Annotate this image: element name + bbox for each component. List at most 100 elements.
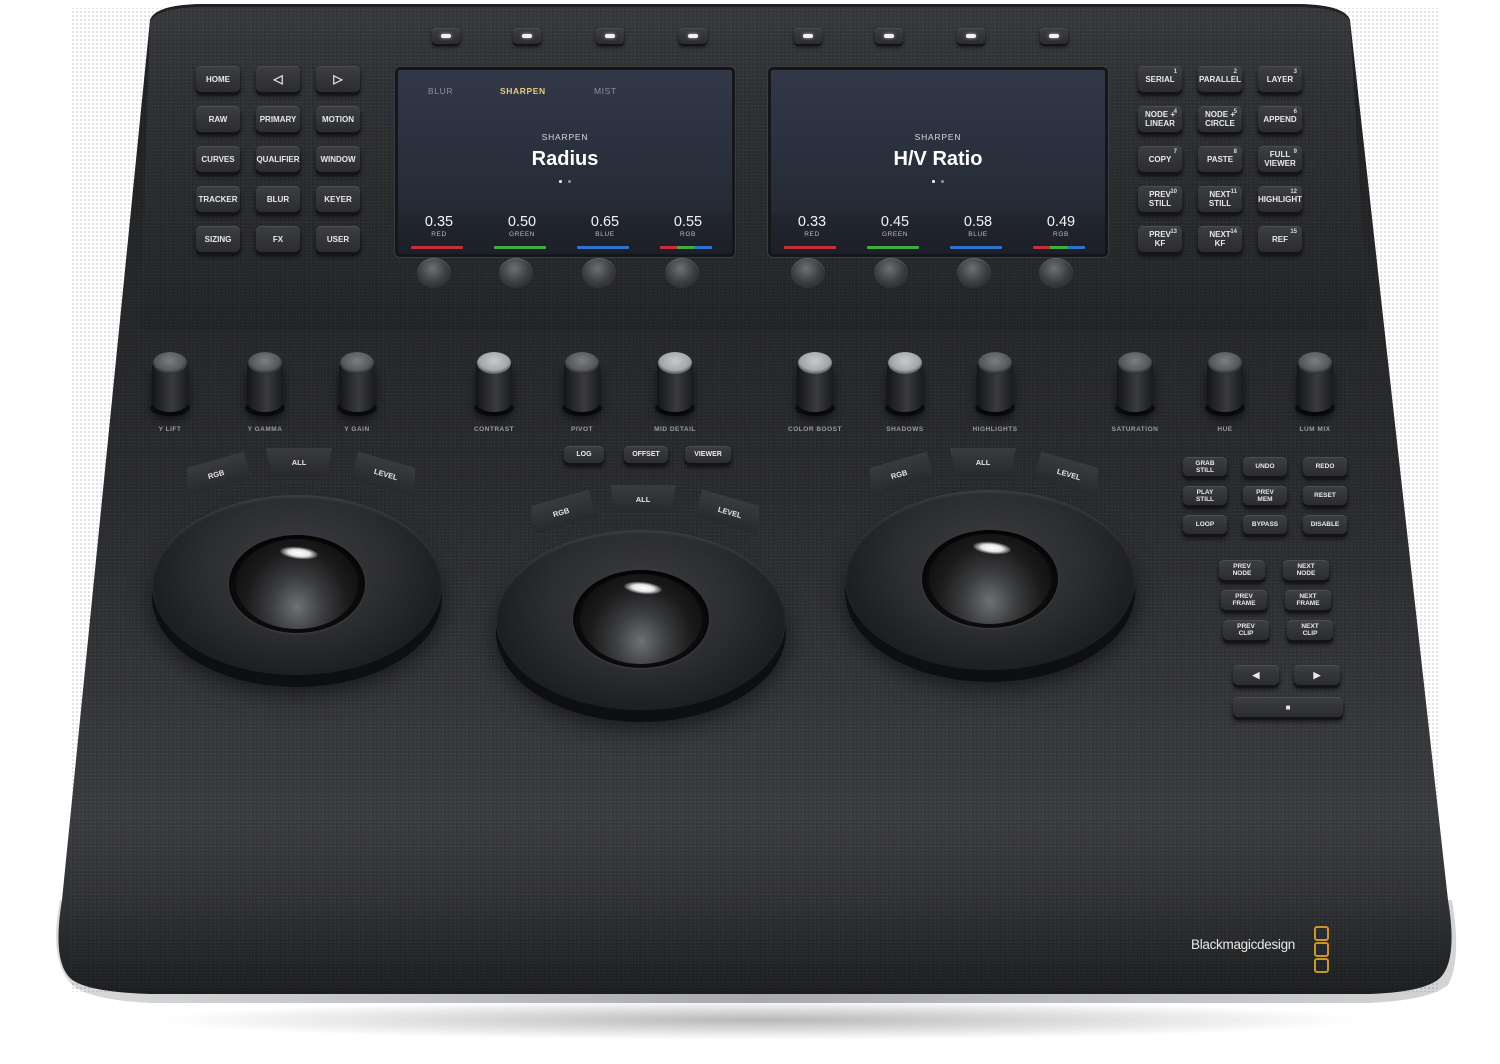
lift-wheel-all-button[interactable]: ALL bbox=[266, 448, 332, 476]
shadows-knob[interactable] bbox=[885, 350, 925, 420]
tracker-button[interactable]: TRACKER bbox=[196, 186, 240, 212]
home-button[interactable]: HOME bbox=[196, 66, 240, 92]
mid-detail-knob[interactable] bbox=[655, 350, 695, 420]
qualifier-button[interactable]: QUALIFIER bbox=[256, 146, 300, 172]
highlight-button[interactable]: HIGHLIGHT 12 bbox=[1258, 186, 1302, 212]
saturation-knob[interactable] bbox=[1115, 350, 1155, 420]
hue-knob[interactable] bbox=[1205, 350, 1245, 420]
screen-encoder-knob-7[interactable] bbox=[955, 258, 993, 302]
node-circle-button[interactable]: NODE + CIRCLE 5 bbox=[1198, 106, 1242, 132]
knob-cap bbox=[477, 352, 511, 374]
fx-button[interactable]: FX bbox=[256, 226, 300, 252]
loop-button[interactable]: LOOP bbox=[1183, 515, 1227, 534]
undo-button[interactable]: UNDO bbox=[1243, 457, 1287, 476]
play-still-button[interactable]: PLAY STILL bbox=[1183, 486, 1227, 505]
screen-encoder-knob-3[interactable] bbox=[580, 258, 618, 302]
key-number: 1 bbox=[1173, 69, 1177, 75]
prev-mem-button[interactable]: PREV MEM bbox=[1243, 486, 1287, 505]
layer-button[interactable]: LAYER 3 bbox=[1258, 66, 1302, 92]
node-linear-button[interactable]: NODE + LINEAR 4 bbox=[1138, 106, 1182, 132]
next-frame-button[interactable]: NEXT FRAME bbox=[1285, 590, 1331, 610]
full-viewer-button[interactable]: FULL VIEWER 9 bbox=[1258, 146, 1302, 172]
top-softkey-3[interactable] bbox=[596, 28, 624, 44]
prev-frame-button[interactable]: PREV FRAME bbox=[1221, 590, 1267, 610]
bypass-button[interactable]: BYPASS bbox=[1243, 515, 1287, 534]
top-softkey-6[interactable] bbox=[875, 28, 903, 44]
value-number: 0.35 bbox=[424, 214, 454, 230]
top-softkey-4[interactable] bbox=[679, 28, 707, 44]
lum-mix-knob[interactable] bbox=[1295, 350, 1335, 420]
paste-button[interactable]: PASTE 8 bbox=[1198, 146, 1242, 172]
reset-button[interactable]: RESET bbox=[1303, 486, 1347, 505]
y-lift-knob[interactable] bbox=[150, 350, 190, 420]
append-button[interactable]: APPEND 6 bbox=[1258, 106, 1302, 132]
green-bar bbox=[494, 246, 546, 249]
screen-tab-mist[interactable]: MIST bbox=[594, 86, 617, 96]
screen-tab-sharpen[interactable]: SHARPEN bbox=[500, 86, 546, 96]
key-number: 8 bbox=[1233, 149, 1237, 155]
gamma-wheel-all-button[interactable]: ALL bbox=[610, 485, 676, 513]
prev-still-button[interactable]: PREV STILL 10 bbox=[1138, 186, 1182, 212]
disable-button[interactable]: DISABLE bbox=[1303, 515, 1347, 534]
right-lcd-screen: SHARPEN H/V Ratio 0.33 RED 0.45 GREEN 0.… bbox=[768, 67, 1108, 257]
value-red: 0.35 RED bbox=[404, 212, 474, 249]
color-boost-knob[interactable] bbox=[795, 350, 835, 420]
keyer-button[interactable]: KEYER bbox=[316, 186, 360, 212]
gain-trackball[interactable] bbox=[845, 490, 1135, 680]
screen-encoder-knob-8[interactable] bbox=[1037, 258, 1075, 302]
motion-button[interactable]: MOTION bbox=[316, 106, 360, 132]
viewer-button[interactable]: VIEWER bbox=[685, 446, 731, 463]
ref-button[interactable]: REF 15 bbox=[1258, 226, 1302, 252]
copy-button[interactable]: COPY 7 bbox=[1138, 146, 1182, 172]
value-number: 0.50 bbox=[507, 214, 537, 230]
offset-button[interactable]: OFFSET bbox=[624, 446, 668, 463]
prev-node-button[interactable]: PREV NODE bbox=[1219, 560, 1265, 580]
screen-tab-blur[interactable]: BLUR bbox=[428, 86, 453, 96]
play-reverse-button[interactable]: ◀ bbox=[1233, 665, 1279, 685]
top-softkey-1[interactable] bbox=[432, 28, 460, 44]
prev-kf-button[interactable]: PREV KF 13 bbox=[1138, 226, 1182, 252]
contrast-knob[interactable] bbox=[474, 350, 514, 420]
top-softkey-7[interactable] bbox=[957, 28, 985, 44]
parallel-button[interactable]: PARALLEL 2 bbox=[1198, 66, 1242, 92]
screen-encoder-knob-2[interactable] bbox=[497, 258, 535, 302]
curves-button[interactable]: CURVES bbox=[196, 146, 240, 172]
pivot-knob[interactable] bbox=[562, 350, 602, 420]
window-button[interactable]: WINDOW bbox=[316, 146, 360, 172]
log-button[interactable]: LOG bbox=[564, 446, 604, 463]
screen-encoder-knob-1[interactable] bbox=[415, 258, 453, 302]
gamma-trackball[interactable] bbox=[496, 530, 786, 720]
blue-bar bbox=[950, 246, 1002, 249]
play-reverse-icon: ◀ bbox=[1252, 669, 1260, 680]
top-softkey-8[interactable] bbox=[1040, 28, 1068, 44]
primary-button[interactable]: PRIMARY bbox=[256, 106, 300, 132]
redo-button[interactable]: REDO bbox=[1303, 457, 1347, 476]
screen-encoder-knob-5[interactable] bbox=[789, 258, 827, 302]
next-kf-button[interactable]: NEXT KF 14 bbox=[1198, 226, 1242, 252]
user-button[interactable]: USER bbox=[316, 226, 360, 252]
screen-encoder-knob-4[interactable] bbox=[663, 258, 701, 302]
serial-button[interactable]: SERIAL 1 bbox=[1138, 66, 1182, 92]
gain-wheel-all-button[interactable]: ALL bbox=[950, 448, 1016, 476]
play-forward-button[interactable]: ▶ bbox=[1294, 665, 1340, 685]
next-clip-button[interactable]: NEXT CLIP bbox=[1287, 620, 1333, 640]
top-softkey-5[interactable] bbox=[794, 28, 822, 44]
blur-button[interactable]: BLUR bbox=[256, 186, 300, 212]
y-gain-knob[interactable] bbox=[337, 350, 377, 420]
top-softkey-2[interactable] bbox=[513, 28, 541, 44]
right-triangle-button[interactable]: ▷ bbox=[316, 66, 360, 92]
y-gamma-knob[interactable] bbox=[245, 350, 285, 420]
stop-button[interactable]: ■ bbox=[1233, 697, 1343, 717]
knob-cap bbox=[417, 258, 451, 288]
highlights-knob[interactable] bbox=[975, 350, 1015, 420]
raw-button[interactable]: RAW bbox=[196, 106, 240, 132]
prev-clip-button[interactable]: PREV CLIP bbox=[1223, 620, 1269, 640]
next-still-button[interactable]: NEXT STILL 11 bbox=[1198, 186, 1242, 212]
next-node-button[interactable]: NEXT NODE bbox=[1283, 560, 1329, 580]
grab-still-button[interactable]: GRAB STILL bbox=[1183, 457, 1227, 476]
left-triangle-button[interactable]: ◁ bbox=[256, 66, 300, 92]
sizing-button[interactable]: SIZING bbox=[196, 226, 240, 252]
lift-trackball[interactable] bbox=[152, 495, 442, 685]
knob-cap bbox=[665, 258, 699, 288]
screen-encoder-knob-6[interactable] bbox=[872, 258, 910, 302]
